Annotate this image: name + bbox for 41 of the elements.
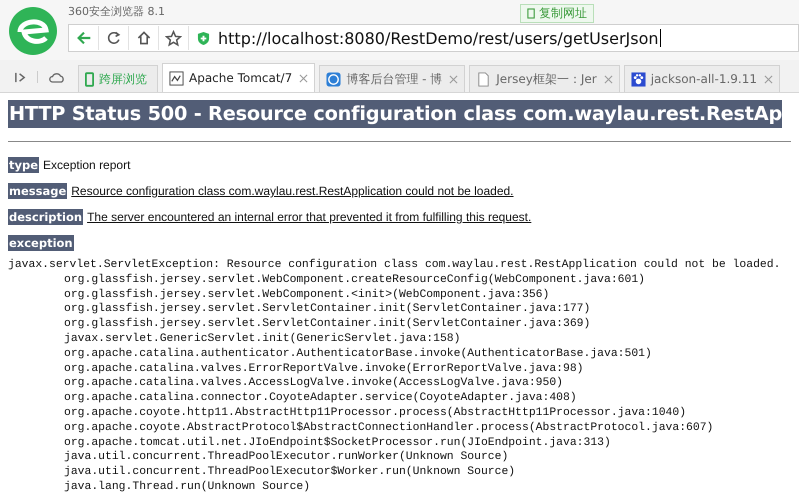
- browser-title: 360安全浏览器 8.1: [68, 4, 166, 19]
- stack-trace-line: org.apache.coyote.AbstractProtocol$AbstractConnectionHandler.process(AbstractProtocol.java:607): [63, 420, 714, 436]
- circle-icon: [326, 72, 342, 86]
- stack-trace-line: org.glassfish.jersey.servlet.WebComponent.<init>(WebComponent.java:356): [63, 288, 550, 302]
- browser-tab[interactable]: Jersey框架一：Jer: [469, 65, 620, 92]
- stack-trace-line: javax.servlet.GenericServlet.init(GenericServlet.java:158): [63, 332, 462, 347]
- browser-tab[interactable]: Apache Tomcat/7: [162, 63, 316, 92]
- stack-trace-line: java.lang.Thread.run(Unknown Source): [63, 480, 312, 495]
- stack-trace-line: org.apache.coyote.http11.AbstractHttp11Processor.process(AbstractHttp11Processor.java:1040): [63, 406, 688, 421]
- cloud-icon[interactable]: [48, 71, 66, 84]
- stack-trace-line: java.util.concurrent.ThreadPoolExecutor.runWorker(Unknown Source): [63, 450, 510, 466]
- error-heading: HTTP Status 500 - Resource configuration class com.waylau.rest.RestAp: [8, 100, 782, 128]
- stack-trace-line: org.apache.catalina.valves.ErrorReportValve.invoke(ErrorReportValve.java:98): [63, 362, 584, 376]
- document-icon: [476, 72, 492, 86]
- browser-logo-icon: [8, 6, 58, 56]
- image-icon: [169, 70, 184, 86]
- paw-icon: [630, 72, 646, 86]
- copy-icon: [527, 8, 536, 19]
- close-icon[interactable]: [299, 74, 308, 82]
- stack-trace-line: org.apache.catalina.authenticator.AuthenticatorBase.invoke(AuthenticatorBase.java:501): [63, 346, 653, 362]
- field-label: exception: [8, 235, 74, 251]
- stack-trace-line: org.glassfish.jersey.servlet.WebComponent.createResourceConfig(WebComponent.java:601): [63, 272, 646, 288]
- field-label: description: [8, 209, 84, 225]
- field-label: message: [8, 183, 68, 199]
- stack-trace-line: javax.servlet.ServletException: Resource configuration class com.waylau.rest.RestApplication could not be loaded.: [8, 258, 782, 273]
- field-value: Resource configuration class com.waylau.rest.RestApplication could not be loaded.: [71, 184, 514, 198]
- copy-url-button[interactable]: 复制网址: [520, 4, 594, 23]
- stack-trace-line: org.glassfish.jersey.servlet.ServletContainer.init(ServletContainer.java:177): [63, 302, 592, 318]
- stack-trace-line: java.util.concurrent.ThreadPoolExecutor$Worker.run(Unknown Source): [63, 465, 516, 480]
- stack-trace-line: org.apache.catalina.valves.AccessLogValve.invoke(AccessLogValve.java:950): [63, 376, 564, 392]
- browser-tab[interactable]: jackson-all-1.9.11: [624, 65, 780, 92]
- field-value: Exception report: [43, 158, 130, 172]
- stack-trace-line: org.apache.tomcat.util.net.JIoEndpoint$SocketProcessor.run(JIoEndpoint.java:313): [63, 436, 612, 450]
- stack-trace-line: org.apache.catalina.connector.CoyoteAdapter.service(CoyoteAdapter.java:408): [63, 391, 578, 406]
- field-label: type: [8, 157, 40, 173]
- phone-icon: [85, 72, 94, 86]
- cross-screen-tab[interactable]: 跨屏浏览: [78, 65, 158, 92]
- sidebar-toggle-icon[interactable]: [14, 71, 27, 84]
- stack-trace-line: org.glassfish.jersey.servlet.ServletContainer.init(ServletContainer.java:369): [63, 317, 592, 332]
- browser-tab[interactable]: 博客后台管理 - 博: [319, 65, 466, 92]
- field-value: The server encountered an internal error that prevented it from fulfilling this request.: [87, 210, 532, 224]
